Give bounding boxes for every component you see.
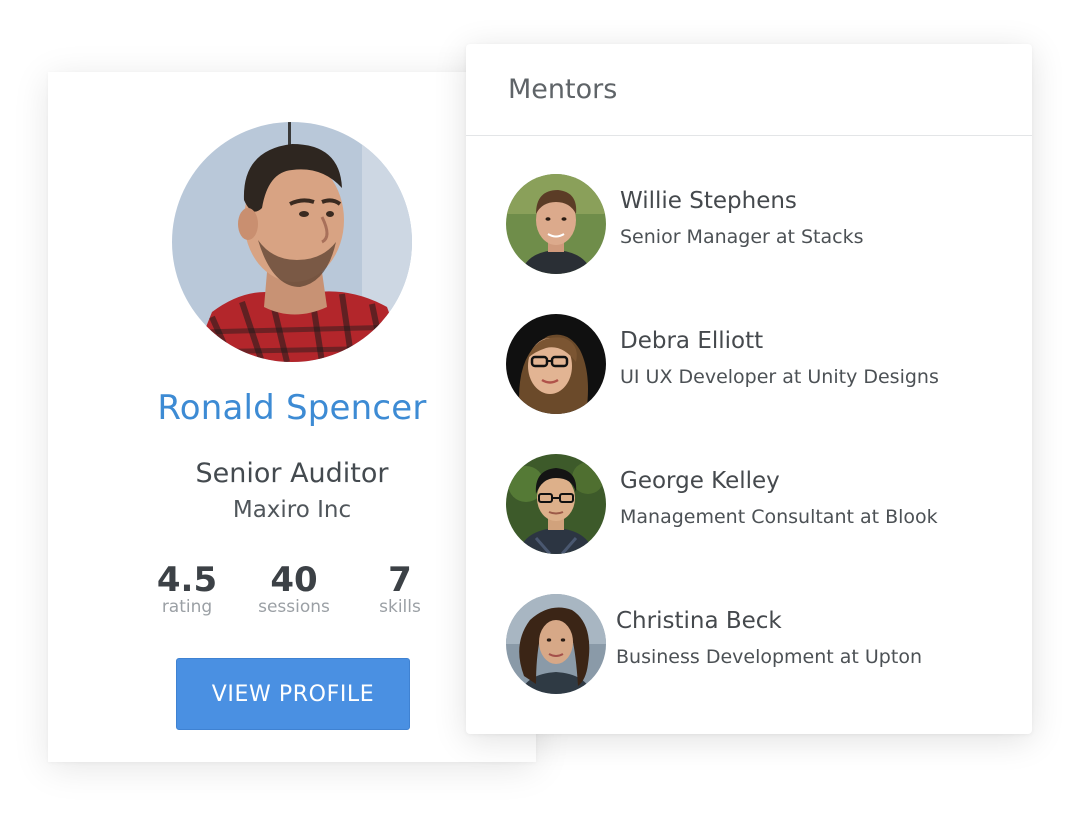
stat-rating: 4.5 rating <box>132 560 242 618</box>
mentor-item[interactable]: George Kelley Management Consultant at B… <box>506 454 1006 554</box>
stat-value: 4.5 <box>156 560 218 600</box>
mentor-photo <box>506 454 606 554</box>
mentor-photo <box>506 174 606 274</box>
mentor-item[interactable]: Willie Stephens Senior Manager at Stacks <box>506 174 1006 274</box>
profile-name: Ronald Spencer <box>157 388 427 428</box>
profile-card: Ronald Spencer Senior Auditor Maxiro Inc… <box>48 72 536 762</box>
mentor-title: UI UX Developer at Unity Designs <box>620 366 939 388</box>
view-profile-button[interactable]: VIEW PROFILE <box>176 658 410 730</box>
page: Ronald Spencer Senior Auditor Maxiro Inc… <box>0 0 1080 814</box>
mentor-photo <box>506 594 606 694</box>
mentor-title: Business Development at Upton <box>616 646 922 668</box>
stat-sessions: 40 sessions <box>239 560 349 618</box>
mentor-name: Christina Beck <box>616 608 782 634</box>
mentor-photo <box>506 314 606 414</box>
mentor-name: Willie Stephens <box>620 188 797 214</box>
mentor-item[interactable]: Debra Elliott UI UX Developer at Unity D… <box>506 314 1006 414</box>
mentor-avatar <box>506 174 606 274</box>
mentors-header: Mentors <box>466 44 1032 136</box>
stat-value: 7 <box>388 560 412 600</box>
profile-avatar <box>172 122 412 362</box>
mentor-name: George Kelley <box>620 468 780 494</box>
profile-photo <box>172 122 412 362</box>
stat-skills: 7 skills <box>345 560 455 618</box>
mentors-title: Mentors <box>508 74 618 105</box>
mentor-title: Senior Manager at Stacks <box>620 226 864 248</box>
mentor-avatar <box>506 314 606 414</box>
mentor-item[interactable]: Christina Beck Business Development at U… <box>506 594 1006 694</box>
mentors-panel: Mentors Willie Stephens Senior Manager a… <box>466 44 1032 734</box>
profile-company: Maxiro Inc <box>232 497 352 523</box>
mentor-title: Management Consultant at Blook <box>620 506 938 528</box>
stat-label: rating <box>161 597 213 617</box>
mentor-avatar <box>506 454 606 554</box>
stat-label: sessions <box>258 597 330 617</box>
stat-label: skills <box>379 597 421 617</box>
mentor-avatar <box>506 594 606 694</box>
mentor-name: Debra Elliott <box>620 328 764 354</box>
profile-role: Senior Auditor <box>195 458 389 489</box>
stat-value: 40 <box>270 560 318 600</box>
